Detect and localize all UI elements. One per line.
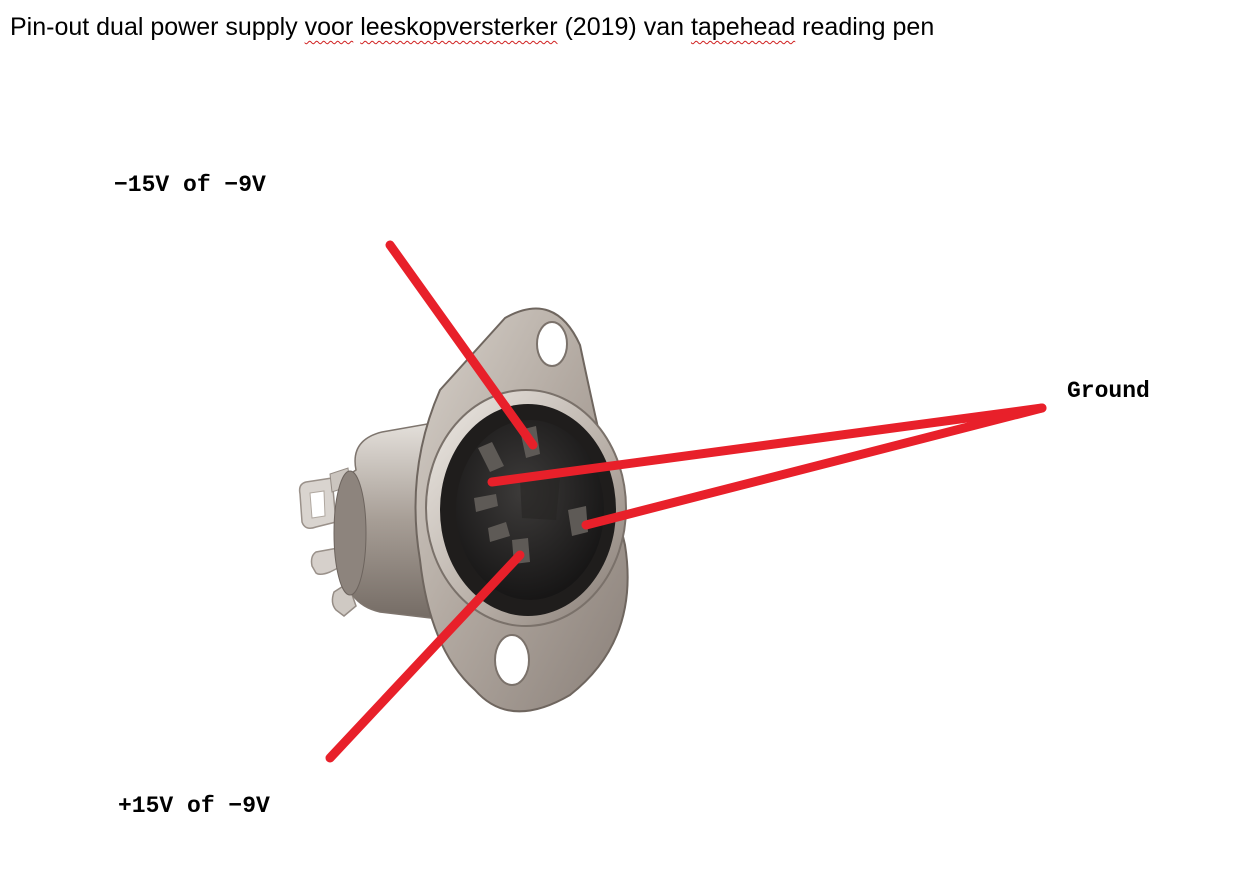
pinout-diagram [298, 240, 1047, 763]
label-positive-supply: +15V of −9V [118, 793, 270, 819]
ground-line-lower [581, 403, 1047, 530]
label-negative-supply: −15V of −9V [114, 172, 266, 198]
din-socket-photo [298, 307, 629, 713]
mounting-hole [536, 321, 568, 367]
solder-tab [298, 477, 337, 529]
mounting-hole [494, 634, 530, 686]
label-ground: Ground [1067, 378, 1150, 404]
